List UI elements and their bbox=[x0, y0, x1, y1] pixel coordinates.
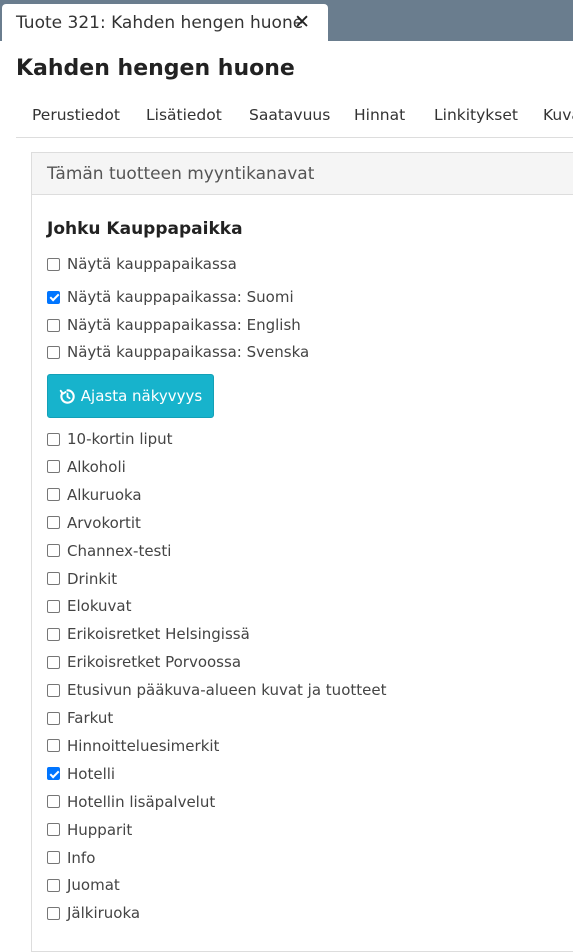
checkbox-label: Hotelli bbox=[67, 764, 116, 783]
checkbox-label: Channex-testi bbox=[67, 541, 172, 560]
category-jalkiruoka[interactable]: Jälkiruoka bbox=[47, 902, 140, 924]
checkbox[interactable] bbox=[47, 290, 60, 304]
marketplace-option-nayta-kauppapaikassa-svenska[interactable]: Näytä kauppapaikassa: Svenska bbox=[47, 341, 309, 363]
checkbox[interactable] bbox=[47, 906, 60, 920]
category-hupparit[interactable]: Hupparit bbox=[47, 819, 132, 841]
tab-linkitykset[interactable]: Linkitykset bbox=[434, 106, 518, 124]
product-tab-title: Tuote 321: Kahden hengen huone bbox=[16, 12, 304, 33]
sales-channels-panel: Tämän tuotteen myyntikanavat Johku Kaupp… bbox=[31, 152, 573, 952]
checkbox[interactable] bbox=[47, 345, 60, 359]
category-alkuruoka[interactable]: Alkuruoka bbox=[47, 484, 142, 506]
category-10-kortin-liput[interactable]: 10-kortin liput bbox=[47, 428, 173, 450]
checkbox[interactable] bbox=[47, 432, 60, 446]
checkbox-label: Hupparit bbox=[67, 820, 133, 839]
category-drinkit[interactable]: Drinkit bbox=[47, 568, 117, 590]
checkbox-label: Hinnoitteluesimerkit bbox=[67, 736, 220, 755]
checkbox-label: Etusivun pääkuva-alueen kuvat ja tuottee… bbox=[67, 681, 387, 700]
checkbox[interactable] bbox=[47, 257, 60, 271]
tab-saatavuus[interactable]: Saatavuus bbox=[249, 106, 330, 124]
checkbox[interactable] bbox=[47, 795, 60, 809]
product-tab[interactable]: Tuote 321: Kahden hengen huone ✕ bbox=[2, 4, 328, 41]
checkbox-label: Näytä kauppapaikassa bbox=[67, 255, 237, 273]
marketplace-option-nayta-kauppapaikassa[interactable]: Näytä kauppapaikassa bbox=[47, 253, 237, 275]
category-farkut[interactable]: Farkut bbox=[47, 707, 113, 729]
checkbox-label: Hotellin lisäpalvelut bbox=[67, 792, 216, 811]
checkbox[interactable] bbox=[47, 851, 60, 864]
checkbox-label: Alkuruoka bbox=[67, 485, 142, 504]
checkbox[interactable] bbox=[47, 767, 60, 781]
checkbox-label: Jälkiruoka bbox=[67, 904, 141, 923]
checkbox-label: Drinkit bbox=[67, 569, 118, 588]
category-hotellin-lisapalvelut[interactable]: Hotellin lisäpalvelut bbox=[47, 791, 215, 813]
checkbox[interactable] bbox=[47, 655, 60, 669]
category-alkoholi[interactable]: Alkoholi bbox=[47, 456, 126, 478]
marketplace-title: Johku Kauppapaikka bbox=[47, 219, 243, 239]
checkbox-label: Arvokortit bbox=[67, 513, 141, 532]
category-elokuvat[interactable]: Elokuvat bbox=[47, 595, 132, 617]
checkbox[interactable] bbox=[47, 488, 60, 502]
checkbox[interactable] bbox=[47, 683, 60, 697]
window-tab-bar: Tuote 321: Kahden hengen huone ✕ bbox=[0, 0, 573, 41]
close-icon[interactable]: ✕ bbox=[294, 12, 310, 32]
checkbox-label: Näytä kauppapaikassa: Svenska bbox=[67, 343, 310, 361]
checkbox-label: Farkut bbox=[67, 709, 114, 727]
schedule-visibility-label: Ajasta näkyvyys bbox=[80, 387, 203, 405]
section-tabs: Perustiedot Lisätiedot Saatavuus Hinnat … bbox=[16, 96, 573, 138]
checkbox-label: Alkoholi bbox=[67, 457, 126, 476]
checkbox-label: Erikoisretket Helsingissä bbox=[67, 625, 250, 644]
checkbox[interactable] bbox=[47, 516, 60, 530]
checkbox[interactable] bbox=[47, 823, 60, 837]
tab-hinnat[interactable]: Hinnat bbox=[354, 106, 405, 124]
category-hinnoitteluesimerkit[interactable]: Hinnoitteluesimerkit bbox=[47, 735, 219, 757]
marketplace-option-nayta-kauppapaikassa-english[interactable]: Näytä kauppapaikassa: English bbox=[47, 314, 301, 336]
category-juomat[interactable]: Juomat bbox=[47, 874, 120, 896]
checkbox-label: Näytä kauppapaikassa: English bbox=[67, 316, 301, 334]
category-hotelli[interactable]: Hotelli bbox=[47, 763, 115, 785]
page-title: Kahden hengen huone bbox=[16, 56, 295, 81]
checkbox-label: Juomat bbox=[67, 876, 120, 895]
checkbox-label: Erikoisretket Porvoossa bbox=[67, 653, 242, 672]
checkbox-label: Näytä kauppapaikassa: Suomi bbox=[67, 288, 294, 306]
checkbox[interactable] bbox=[47, 627, 60, 641]
category-etusivun-paakuva-alueen-kuvat-ja-tuotteet[interactable]: Etusivun pääkuva-alueen kuvat ja tuottee… bbox=[47, 679, 386, 701]
checkbox[interactable] bbox=[47, 878, 60, 892]
checkbox[interactable] bbox=[47, 739, 60, 753]
checkbox[interactable] bbox=[47, 599, 60, 613]
checkbox-label: Info bbox=[67, 848, 96, 867]
clock-refresh-icon bbox=[59, 388, 76, 405]
panel-heading: Tämän tuotteen myyntikanavat bbox=[32, 153, 573, 195]
tab-perustiedot[interactable]: Perustiedot bbox=[32, 106, 120, 124]
checkbox-label: 10-kortin liput bbox=[67, 430, 173, 448]
category-erikoisretket-porvoossa[interactable]: Erikoisretket Porvoossa bbox=[47, 651, 241, 673]
checkbox[interactable] bbox=[47, 318, 60, 332]
checkbox[interactable] bbox=[47, 544, 60, 558]
category-channex-testi[interactable]: Channex-testi bbox=[47, 540, 171, 562]
category-erikoisretket-helsingissa[interactable]: Erikoisretket Helsingissä bbox=[47, 623, 250, 645]
category-info[interactable]: Info bbox=[47, 847, 95, 869]
tab-kuvat[interactable]: Kuva bbox=[543, 106, 573, 124]
checkbox[interactable] bbox=[47, 711, 60, 725]
checkbox[interactable] bbox=[47, 460, 60, 474]
category-arvokortit[interactable]: Arvokortit bbox=[47, 512, 141, 534]
tab-lisatiedot[interactable]: Lisätiedot bbox=[146, 106, 222, 124]
checkbox-label: Elokuvat bbox=[67, 597, 132, 616]
marketplace-option-nayta-kauppapaikassa-suomi[interactable]: Näytä kauppapaikassa: Suomi bbox=[47, 286, 294, 308]
schedule-visibility-button[interactable]: Ajasta näkyvyys bbox=[47, 374, 214, 418]
checkbox[interactable] bbox=[47, 572, 60, 585]
